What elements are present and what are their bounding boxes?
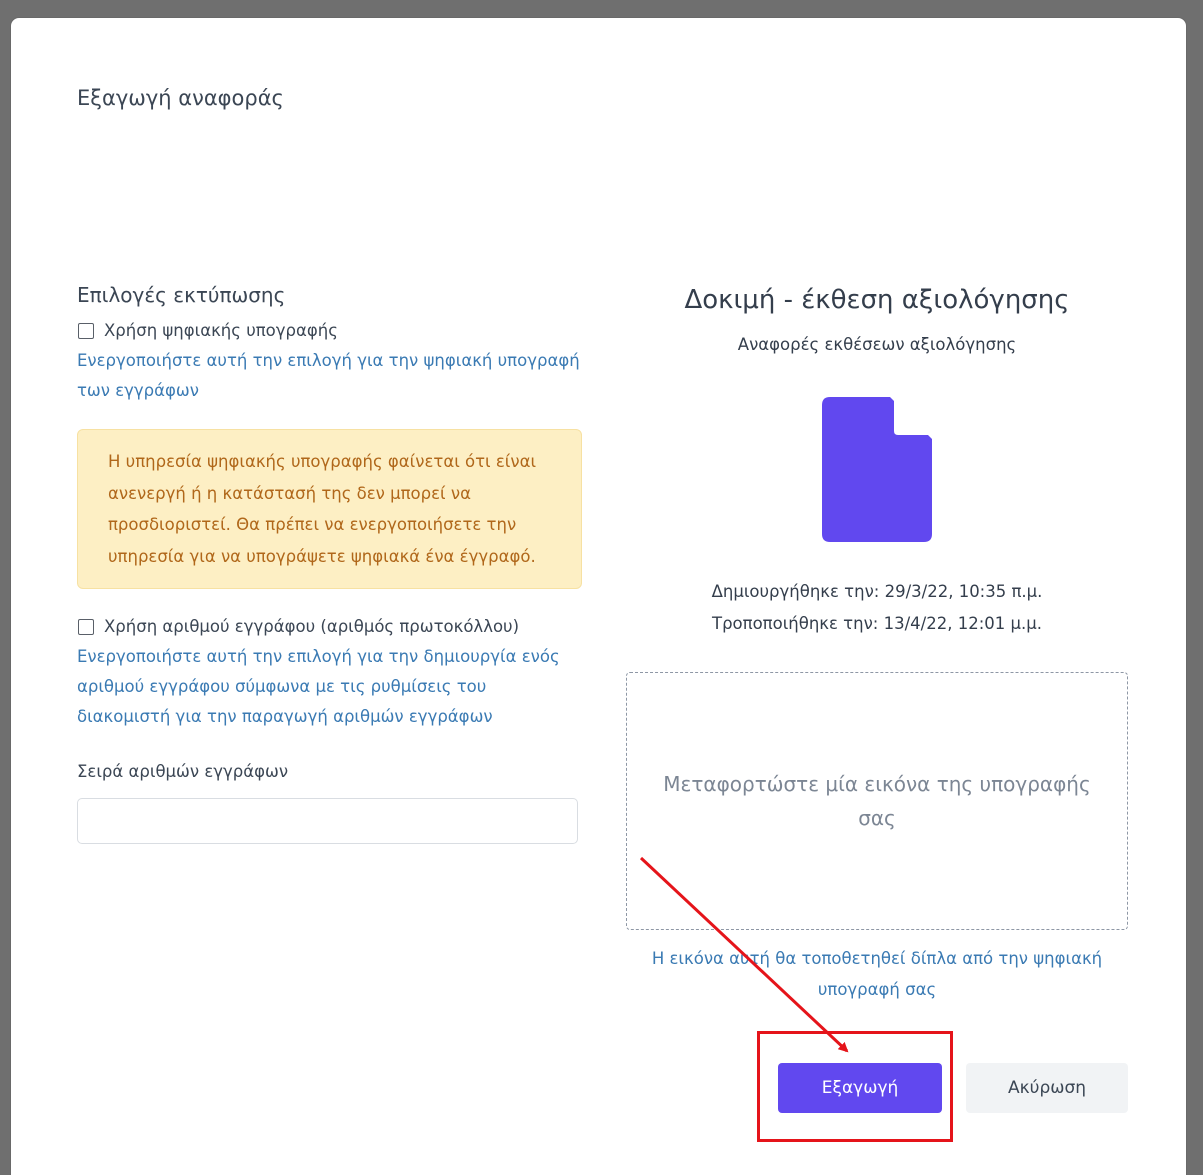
document-dates: Δημιουργήθηκε την: 29/3/22, 10:35 π.μ. Τ… <box>626 576 1128 640</box>
export-report-dialog: Εξαγωγή αναφοράς Επιλογές εκτύπωσης Χρήσ… <box>11 18 1186 1175</box>
document-title: Δοκιμή - έκθεση αξιολόγησης <box>684 285 1070 315</box>
file-icon <box>822 397 932 542</box>
document-number-checkbox[interactable] <box>78 618 94 635</box>
cancel-button[interactable]: Ακύρωση <box>966 1063 1128 1113</box>
number-series-input[interactable] <box>77 798 578 844</box>
document-number-help: Ενεργοποιήστε αυτή την επιλογή για την δ… <box>77 647 560 726</box>
modified-date: Τροποποιήθηκε την: 13/4/22, 12:01 μ.μ. <box>712 614 1042 633</box>
digital-signature-option[interactable]: Χρήση ψηφιακής υπογραφής <box>77 321 582 340</box>
dialog-title: Εξαγωγή αναφοράς <box>77 86 284 110</box>
document-subtitle: Αναφορές εκθέσεων αξιολόγησης <box>737 335 1017 354</box>
document-number-option[interactable]: Χρήση αριθμού εγγράφου (αριθμός πρωτοκόλ… <box>77 617 582 636</box>
digital-signature-help: Ενεργοποιήστε αυτή την επιλογή για την ψ… <box>77 351 580 400</box>
document-panel: Δοκιμή - έκθεση αξιολόγησης Αναφορές εκθ… <box>626 283 1128 1005</box>
digital-signature-label: Χρήση ψηφιακής υπογραφής <box>104 321 338 340</box>
signature-service-warning: Η υπηρεσία ψηφιακής υπογραφής φαίνεται ό… <box>77 429 582 589</box>
document-number-label: Χρήση αριθμού εγγράφου (αριθμός πρωτοκόλ… <box>104 617 520 636</box>
number-series-label: Σειρά αριθμών εγγράφων <box>77 762 289 781</box>
upload-prompt: Μεταφορτώστε μία εικόνα της υπογραφής σα… <box>663 772 1091 830</box>
digital-signature-checkbox[interactable] <box>78 322 94 339</box>
created-date: Δημιουργήθηκε την: 29/3/22, 10:35 π.μ. <box>711 582 1043 601</box>
export-button[interactable]: Εξαγωγή <box>778 1063 942 1113</box>
upload-help: Η εικόνα αυτή θα τοποθετηθεί δίπλα από τ… <box>651 949 1103 999</box>
print-options-panel: Επιλογές εκτύπωσης Χρήση ψηφιακής υπογρα… <box>77 283 582 844</box>
print-options-heading: Επιλογές εκτύπωσης <box>77 283 286 307</box>
signature-image-upload[interactable]: Μεταφορτώστε μία εικόνα της υπογραφής σα… <box>626 672 1128 930</box>
